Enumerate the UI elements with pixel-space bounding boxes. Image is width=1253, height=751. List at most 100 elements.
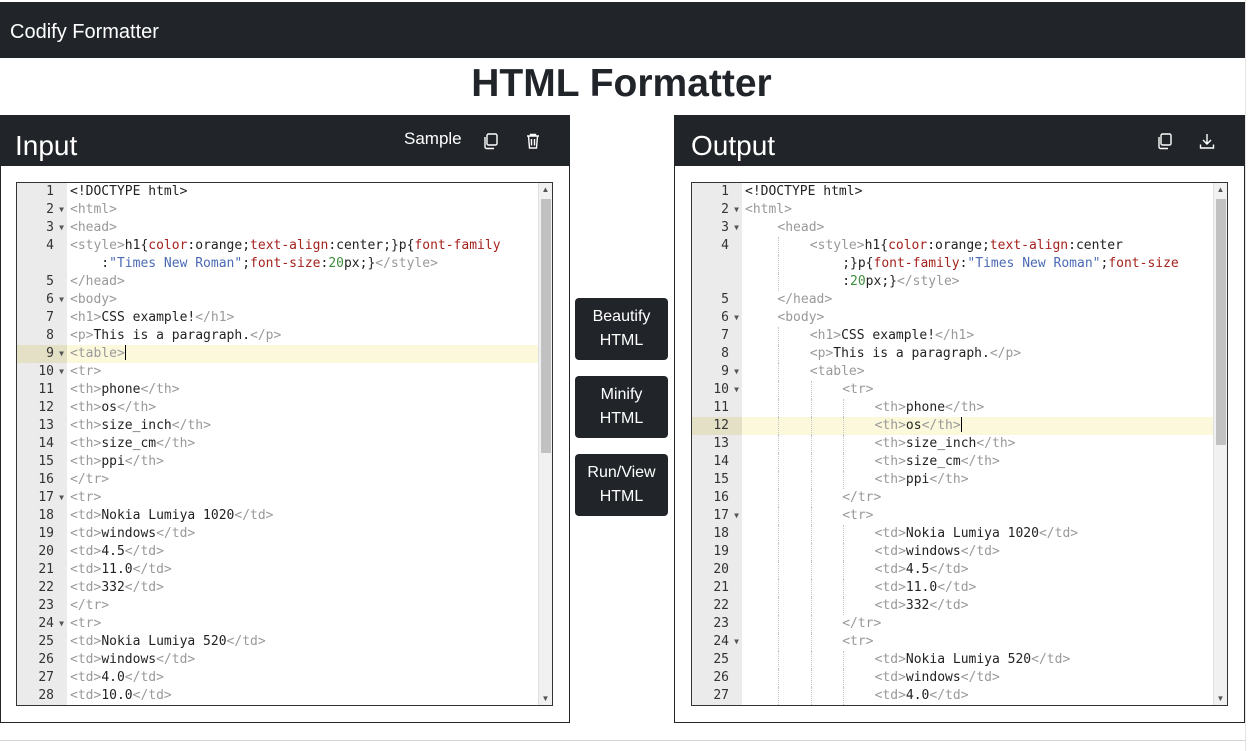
- fold-arrow-icon[interactable]: ▼: [59, 201, 64, 219]
- fold-arrow-icon[interactable]: ▼: [734, 363, 739, 381]
- code-line[interactable]: :"Times New Roman";font-size:20px;}</sty…: [17, 255, 538, 273]
- code-line[interactable]: 21 <td>11.0</td>: [17, 561, 538, 579]
- code-line[interactable]: 14 <th>size_cm</th>: [17, 435, 538, 453]
- fold-arrow-icon[interactable]: ▼: [734, 633, 739, 651]
- code-line[interactable]: 13 <th>size_inch</th>: [17, 417, 538, 435]
- scroll-up-arrow-icon[interactable]: ▲: [1214, 185, 1227, 194]
- input-editor-scrollbar[interactable]: ▲ ▼: [538, 183, 552, 705]
- copy-icon[interactable]: [478, 128, 504, 154]
- code-line[interactable]: 9 ▼ <table>: [692, 363, 1213, 381]
- code-line[interactable]: 17 ▼ <tr>: [692, 507, 1213, 525]
- code-line[interactable]: 17 ▼ <tr>: [17, 489, 538, 507]
- code-line[interactable]: 2 ▼ <html>: [692, 201, 1213, 219]
- code-line[interactable]: 5 </head>: [17, 273, 538, 291]
- input-scrollbar-thumb[interactable]: [541, 199, 551, 453]
- output-scrollbar-thumb[interactable]: [1216, 199, 1226, 445]
- code-line[interactable]: 25 <td>Nokia Lumiya 520</td>: [17, 633, 538, 651]
- code-line[interactable]: 5 </head>: [692, 291, 1213, 309]
- code-line[interactable]: 25 <td>Nokia Lumiya 520</td>: [692, 651, 1213, 669]
- scroll-down-arrow-icon[interactable]: ▼: [539, 694, 552, 703]
- code-line[interactable]: 24 ▼ <tr>: [692, 633, 1213, 651]
- scroll-down-arrow-icon[interactable]: ▼: [1214, 694, 1227, 703]
- fold-arrow-icon[interactable]: ▼: [734, 219, 739, 237]
- code-line[interactable]: 3 ▼ <head>: [17, 219, 538, 237]
- code-line[interactable]: 10 ▼ <tr>: [692, 381, 1213, 399]
- fold-arrow-icon[interactable]: ▼: [59, 291, 64, 309]
- code-line[interactable]: 8 <p>This is a paragraph.</p>: [692, 345, 1213, 363]
- scroll-up-arrow-icon[interactable]: ▲: [539, 185, 552, 194]
- code-line[interactable]: 21 <td>11.0</td>: [692, 579, 1213, 597]
- code-line[interactable]: 7 <h1>CSS example!</h1>: [692, 327, 1213, 345]
- code-line[interactable]: 22 <td>332</td>: [692, 597, 1213, 615]
- code-line[interactable]: 12 <th>os</th>: [17, 399, 538, 417]
- output-code-editor[interactable]: 1 <!DOCTYPE html> 2 ▼ <html> 3 ▼ <head> 4 <style>…: [691, 182, 1228, 706]
- code-line[interactable]: 15 <th>ppi</th>: [17, 453, 538, 471]
- text-cursor: [960, 417, 962, 432]
- code-line[interactable]: 26 <td>windows</td>: [17, 651, 538, 669]
- fold-arrow-icon[interactable]: ▼: [59, 615, 64, 633]
- code-line[interactable]: 22 <td>332</td>: [17, 579, 538, 597]
- fold-arrow-icon[interactable]: ▼: [734, 507, 739, 525]
- code-line[interactable]: 27 <td>4.0</td>: [692, 687, 1213, 705]
- indent-guide: [843, 651, 845, 669]
- code-line[interactable]: 2 ▼ <html>: [17, 201, 538, 219]
- fold-arrow-icon[interactable]: ▼: [734, 381, 739, 399]
- code-line[interactable]: 20 <td>4.5</td>: [692, 561, 1213, 579]
- code-line[interactable]: 20 <td>4.5</td>: [17, 543, 538, 561]
- code-line[interactable]: 9 ▼ <table>: [17, 345, 538, 363]
- fold-arrow-icon[interactable]: ▼: [734, 201, 739, 219]
- fold-arrow-icon[interactable]: ▼: [59, 219, 64, 237]
- beautify-html-button[interactable]: Beautify HTML: [575, 298, 668, 360]
- code-line[interactable]: 27 <td>4.0</td>: [17, 669, 538, 687]
- code-token: </td>: [124, 544, 164, 559]
- code-line[interactable]: 1 <!DOCTYPE html>: [17, 183, 538, 201]
- code-line[interactable]: 10 ▼ <tr>: [17, 363, 538, 381]
- code-line[interactable]: 19 <td>windows</td>: [17, 525, 538, 543]
- code-line[interactable]: 16 </tr>: [692, 489, 1213, 507]
- code-line[interactable]: 1 <!DOCTYPE html>: [692, 183, 1213, 201]
- input-code-lines[interactable]: 1 <!DOCTYPE html> 2 ▼ <html> 3 ▼ <head> 4 <style>…: [17, 183, 538, 705]
- code-line[interactable]: 4 <style>h1{color:orange;text-align:cente…: [692, 237, 1213, 255]
- code-line[interactable]: 18 <td>Nokia Lumiya 1020</td>: [17, 507, 538, 525]
- fold-arrow-icon[interactable]: ▼: [59, 345, 64, 363]
- brand-link[interactable]: Codify Formatter: [10, 20, 159, 44]
- code-line[interactable]: 23 </tr>: [17, 597, 538, 615]
- code-line[interactable]: 4 <style>h1{color:orange;text-align:cente…: [17, 237, 538, 255]
- code-line[interactable]: 19 <td>windows</td>: [692, 543, 1213, 561]
- code-token: </td>: [132, 688, 172, 703]
- code-text: <td>11.0</td>: [875, 579, 977, 597]
- code-line[interactable]: ;}p{font-family:"Times New Roman";font-s…: [692, 255, 1213, 273]
- minify-html-button[interactable]: Minify HTML: [575, 376, 668, 438]
- code-line[interactable]: 28 <td>10.0</td>: [17, 687, 538, 705]
- trash-icon[interactable]: [520, 128, 546, 154]
- code-line[interactable]: 6 ▼ <body>: [692, 309, 1213, 327]
- fold-arrow-icon[interactable]: ▼: [59, 489, 64, 507]
- code-line[interactable]: 12 <th>os</th>: [692, 417, 1213, 435]
- download-icon[interactable]: [1194, 128, 1220, 154]
- code-line[interactable]: 24 ▼ <tr>: [17, 615, 538, 633]
- code-line[interactable]: 13 <th>size_inch</th>: [692, 435, 1213, 453]
- run-view-html-button[interactable]: Run/View HTML: [575, 454, 668, 516]
- output-code-lines[interactable]: 1 <!DOCTYPE html> 2 ▼ <html> 3 ▼ <head> 4 <style>…: [692, 183, 1213, 705]
- copy-icon[interactable]: [1152, 128, 1178, 154]
- code-line[interactable]: :20px;}</style>: [692, 273, 1213, 291]
- code-line[interactable]: 6 ▼ <body>: [17, 291, 538, 309]
- code-line[interactable]: 15 <th>ppi</th>: [692, 471, 1213, 489]
- code-line[interactable]: 8 <p>This is a paragraph.</p>: [17, 327, 538, 345]
- fold-arrow-icon[interactable]: ▼: [734, 309, 739, 327]
- sample-button[interactable]: Sample: [404, 128, 462, 150]
- fold-arrow-icon[interactable]: ▼: [59, 363, 64, 381]
- code-line[interactable]: 26 <td>windows</td>: [692, 669, 1213, 687]
- output-editor-scrollbar[interactable]: ▲ ▼: [1213, 183, 1227, 705]
- code-line[interactable]: 16 </tr>: [17, 471, 538, 489]
- code-line[interactable]: 18 <td>Nokia Lumiya 1020</td>: [692, 525, 1213, 543]
- code-line[interactable]: 7 <h1>CSS example!</h1>: [17, 309, 538, 327]
- page-scrollbar[interactable]: [1245, 0, 1253, 751]
- code-line[interactable]: 3 ▼ <head>: [692, 219, 1213, 237]
- code-line[interactable]: 11 <th>phone</th>: [692, 399, 1213, 417]
- input-code-editor[interactable]: 1 <!DOCTYPE html> 2 ▼ <html> 3 ▼ <head> 4 <style>…: [16, 182, 553, 706]
- code-line[interactable]: 11 <th>phone</th>: [17, 381, 538, 399]
- indent-guide: [843, 435, 845, 453]
- code-line[interactable]: 23 </tr>: [692, 615, 1213, 633]
- code-line[interactable]: 14 <th>size_cm</th>: [692, 453, 1213, 471]
